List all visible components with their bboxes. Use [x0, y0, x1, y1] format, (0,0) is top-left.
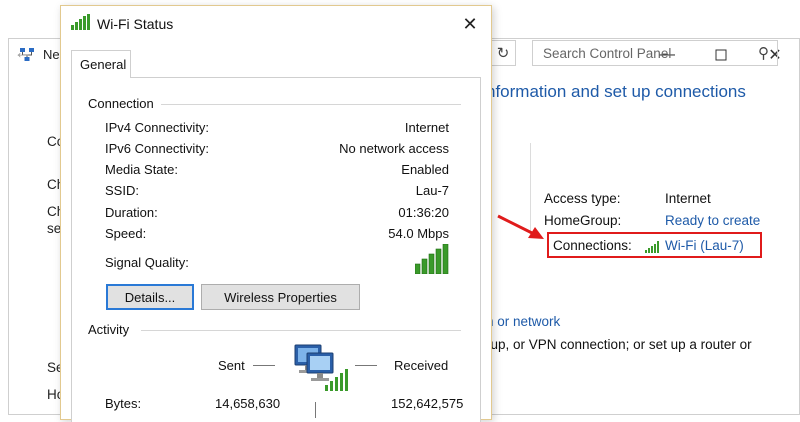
homegroup-label: HomeGroup:	[544, 213, 622, 228]
activity-group-title: Activity	[88, 322, 136, 337]
refresh-icon: ↻	[496, 45, 510, 62]
sent-dash	[253, 365, 275, 366]
connection-group-line	[161, 104, 461, 105]
tab-general-label: General	[80, 57, 127, 72]
bytes-sent-value: 14,658,630	[215, 396, 281, 411]
received-dash	[355, 365, 377, 366]
search-input[interactable]: Search Control Panel ⚲	[532, 40, 778, 66]
wifi-signal-icon	[71, 14, 90, 30]
access-type-value: Internet	[665, 191, 711, 206]
window-title: Ne	[43, 47, 60, 62]
speed-value: 54.0 Mbps	[388, 226, 449, 241]
access-type-label: Access type:	[544, 191, 621, 206]
refresh-button[interactable]: ↻	[490, 40, 516, 66]
wifi-status-dialog: Wi-Fi Status ✕ General Connection IPv4 C…	[60, 5, 492, 422]
search-placeholder: Search Control Panel	[543, 46, 672, 61]
ipv6-connectivity-value: No network access	[339, 141, 449, 156]
duration-value: 01:36:20	[398, 205, 449, 220]
back-arrow-icon[interactable]: ←	[14, 42, 32, 63]
duration-label: Duration:	[105, 205, 158, 220]
setup-description-text: -up, or VPN connection; or set up a rout…	[486, 337, 752, 352]
sent-label: Sent	[218, 358, 245, 373]
wifi-signal-icon	[645, 241, 659, 253]
speed-label: Speed:	[105, 226, 147, 241]
ipv4-connectivity-value: Internet	[404, 120, 449, 135]
connection-group-title: Connection	[88, 96, 160, 111]
network-computers-icon	[294, 344, 348, 391]
dialog-close-button[interactable]: ✕	[457, 12, 483, 36]
bytes-received-value: 152,642,575	[391, 396, 464, 411]
homegroup-link[interactable]: Ready to create	[665, 213, 760, 228]
media-state-label: Media State:	[105, 162, 178, 177]
bytes-separator	[315, 402, 316, 418]
signal-quality-label: Signal Quality:	[105, 255, 189, 270]
page-heading: nformation and set up connections	[486, 82, 746, 101]
dialog-title: Wi-Fi Status	[97, 16, 174, 32]
close-icon: ✕	[462, 13, 478, 34]
wireless-properties-button[interactable]: Wireless Properties	[201, 284, 360, 310]
received-label: Received	[394, 358, 449, 373]
ipv6-connectivity-label: IPv6 Connectivity:	[105, 141, 210, 156]
connections-highlight-box: Connections: Wi-Fi (Lau-7)	[547, 232, 762, 258]
activity-group-line	[141, 330, 461, 331]
tab-general[interactable]: General	[71, 50, 131, 78]
media-state-value: Enabled	[401, 162, 449, 177]
signal-quality-icon	[415, 244, 449, 274]
bytes-label: Bytes:	[105, 396, 142, 411]
setup-network-link[interactable]: n or network	[486, 314, 560, 329]
search-icon[interactable]: ⚲	[758, 44, 769, 62]
red-arrow-annotation	[497, 214, 544, 239]
details-button[interactable]: Details...	[106, 284, 194, 310]
ipv4-connectivity-label: IPv4 Connectivity:	[105, 120, 210, 135]
wifi-connection-link[interactable]: Wi-Fi (Lau-7)	[665, 238, 744, 253]
ssid-value: Lau-7	[415, 183, 449, 198]
connections-label: Connections:	[553, 238, 632, 253]
ssid-label: SSID:	[105, 183, 139, 198]
